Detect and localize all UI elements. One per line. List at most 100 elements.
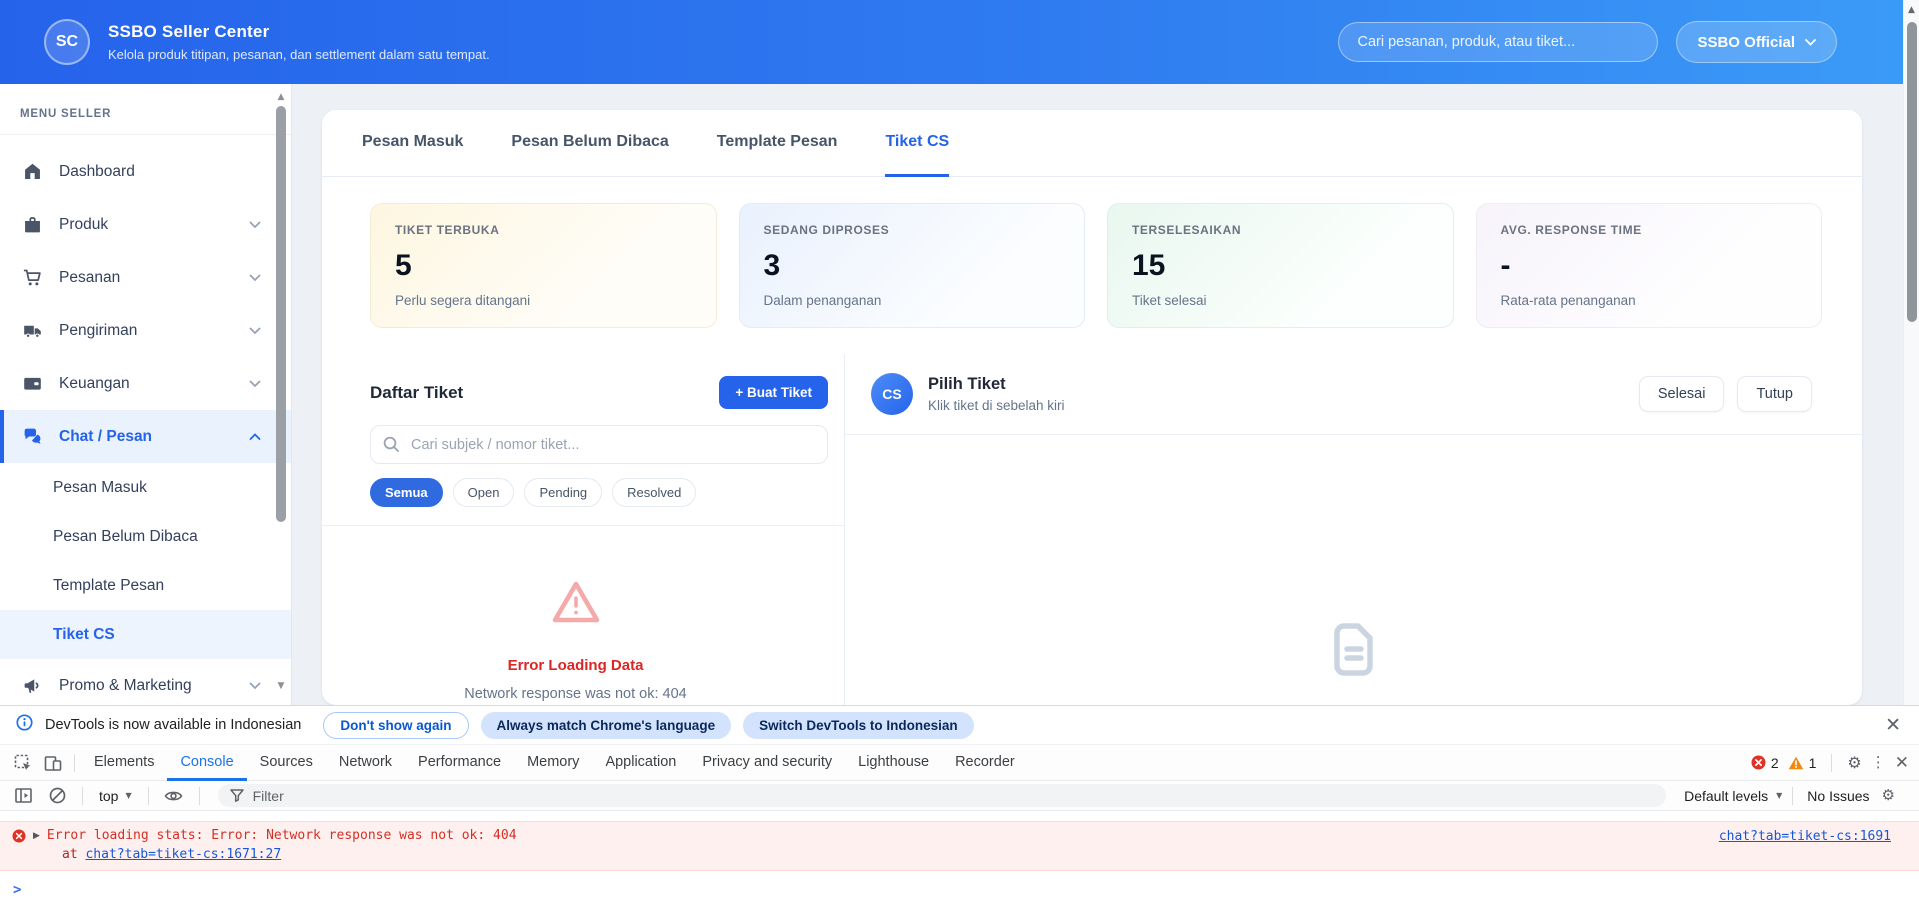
truck-icon	[22, 320, 43, 341]
devtools-tab-elements[interactable]: Elements	[81, 746, 167, 781]
sidebar-item-pesan-masuk[interactable]: Pesan Masuk	[0, 463, 291, 512]
match-language-button[interactable]: Always match Chrome's language	[481, 712, 732, 739]
filter-chip-open[interactable]: Open	[453, 478, 515, 507]
chevron-down-icon	[249, 322, 261, 340]
sidebar-item-produk[interactable]: Produk	[0, 198, 291, 251]
tab-template-pesan[interactable]: Template Pesan	[717, 110, 838, 177]
console-error-row[interactable]: ▶ Error loading stats: Error: Network re…	[0, 821, 1919, 871]
scroll-up-icon[interactable]: ▲	[275, 92, 287, 102]
sidebar-heading: MENU SELLER	[0, 84, 291, 135]
scroll-down-icon[interactable]: ▼	[275, 681, 287, 691]
create-ticket-button[interactable]: + Buat Tiket	[719, 376, 828, 409]
error-count-badge[interactable]: 2	[1751, 755, 1779, 771]
banner-close-icon[interactable]: ✕	[1885, 716, 1901, 735]
error-count: 2	[1771, 755, 1779, 771]
scrollbar-thumb[interactable]	[276, 106, 286, 522]
expand-triangle-icon[interactable]: ▶	[33, 828, 40, 844]
account-menu-button[interactable]: SSBO Official	[1676, 21, 1837, 63]
error-title: Error Loading Data	[322, 657, 829, 674]
console-toolbar: top ▼ Filter Default levels ▼ No Issues …	[0, 781, 1919, 811]
devtools-tab-privacy[interactable]: Privacy and security	[689, 746, 845, 781]
no-issues-button[interactable]: No Issues	[1803, 788, 1873, 804]
console-settings-gear-icon[interactable]: ⚙	[1882, 788, 1895, 803]
devtools-tab-console[interactable]: Console	[167, 746, 246, 781]
kebab-menu-icon[interactable]: ⋮	[1871, 755, 1886, 770]
source-location-link[interactable]: chat?tab=tiket-cs:1691	[1719, 829, 1891, 844]
sidebar-item-pesanan[interactable]: Pesanan	[0, 251, 291, 304]
stat-value: 5	[395, 249, 692, 283]
document-icon	[1322, 617, 1386, 686]
live-expression-eye-icon[interactable]	[159, 782, 189, 809]
console-filter-input[interactable]: Filter	[218, 784, 1666, 807]
sidebar-item-template-pesan[interactable]: Template Pesan	[0, 561, 291, 610]
filter-chip-pending[interactable]: Pending	[524, 478, 602, 507]
sidebar-item-pengiriman[interactable]: Pengiriman	[0, 304, 291, 357]
error-message: Network response was not ok: 404	[322, 686, 829, 702]
devtools-tab-lighthouse[interactable]: Lighthouse	[845, 746, 942, 781]
stat-value: 3	[764, 249, 1061, 283]
sidebar-scrollbar[interactable]: ▲ ▼	[275, 88, 287, 705]
sidebar-item-pesan-belum-dibaca[interactable]: Pesan Belum Dibaca	[0, 512, 291, 561]
sidebar-item-keuangan[interactable]: Keuangan	[0, 357, 291, 410]
sidebar-item-dashboard[interactable]: Dashboard	[0, 145, 291, 198]
settings-gear-icon[interactable]: ⚙	[1847, 755, 1861, 771]
sidebar-nav: Dashboard Produk Pesanan Pengiriman	[0, 135, 291, 705]
context-selector[interactable]: top ▼	[93, 788, 138, 804]
sidebar-item-chat-pesan[interactable]: Chat / Pesan	[0, 410, 291, 463]
console-messages: ▶ Error loading stats: Error: Network re…	[0, 821, 1919, 913]
stat-card-tiket-terbuka: TIKET TERBUKA 5 Perlu segera ditangani	[370, 203, 717, 328]
divider	[199, 787, 200, 805]
resolve-button[interactable]: Selesai	[1639, 376, 1725, 412]
devtools-tab-recorder[interactable]: Recorder	[942, 746, 1028, 781]
filter-placeholder: Filter	[253, 788, 284, 804]
error-icon	[12, 829, 26, 843]
console-prompt-chevron[interactable]: >	[0, 882, 1919, 898]
sidebar-subitem-label: Pesan Belum Dibaca	[53, 528, 198, 546]
stat-desc: Dalam penanganan	[764, 293, 1061, 308]
tab-pesan-masuk[interactable]: Pesan Masuk	[362, 110, 463, 177]
filter-chip-semua[interactable]: Semua	[370, 478, 443, 507]
filter-chip-resolved[interactable]: Resolved	[612, 478, 696, 507]
dont-show-again-button[interactable]: Don't show again	[323, 712, 468, 739]
cart-icon	[22, 267, 43, 288]
devtools-tab-sources[interactable]: Sources	[247, 746, 326, 781]
stack-trace-link[interactable]: chat?tab=tiket-cs:1671:27	[85, 847, 281, 862]
chevron-up-icon	[249, 428, 261, 446]
avatar: SC	[44, 19, 90, 65]
page-scrollbar[interactable]: ▲	[1903, 0, 1919, 705]
clear-console-icon[interactable]	[42, 782, 72, 809]
sidebar-item-label: Promo & Marketing	[59, 677, 192, 695]
tab-pesan-belum-dibaca[interactable]: Pesan Belum Dibaca	[511, 110, 668, 177]
scroll-up-icon[interactable]: ▲	[1904, 5, 1919, 15]
chevron-down-icon	[1805, 39, 1816, 46]
scrollbar-thumb[interactable]	[1907, 22, 1917, 322]
devtools-tab-network[interactable]: Network	[326, 746, 405, 781]
levels-label: Default levels	[1684, 788, 1768, 804]
device-toolbar-icon[interactable]	[38, 749, 68, 776]
stat-value: -	[1501, 249, 1798, 283]
sidebar-item-tiket-cs[interactable]: Tiket CS	[0, 610, 291, 659]
devtools-tab-application[interactable]: Application	[592, 746, 689, 781]
warning-count-badge[interactable]: 1	[1788, 755, 1817, 771]
stats-row: TIKET TERBUKA 5 Perlu segera ditangani S…	[322, 177, 1862, 354]
divider	[82, 787, 83, 805]
devtools-tab-memory[interactable]: Memory	[514, 746, 592, 781]
devtools-tab-performance[interactable]: Performance	[405, 746, 514, 781]
stat-label: TIKET TERBUKA	[395, 223, 692, 237]
switch-language-button[interactable]: Switch DevTools to Indonesian	[743, 712, 974, 739]
close-ticket-button[interactable]: Tutup	[1737, 376, 1812, 412]
console-sidebar-icon[interactable]	[8, 782, 38, 809]
sidebar-item-promo-marketing[interactable]: Promo & Marketing	[0, 659, 291, 705]
devtools-tab-bar: Elements Console Sources Network Perform…	[0, 744, 1919, 781]
caret-down-icon: ▼	[1776, 791, 1782, 800]
devtools-close-icon[interactable]: ✕	[1895, 754, 1909, 771]
tab-tiket-cs[interactable]: Tiket CS	[885, 110, 949, 177]
sidebar-subitem-label: Template Pesan	[53, 577, 164, 595]
inspect-element-icon[interactable]	[8, 749, 38, 776]
app-header: SC SSBO Seller Center Kelola produk titi…	[0, 0, 1919, 84]
search-input[interactable]	[1338, 22, 1658, 62]
log-levels-dropdown[interactable]: Default levels ▼	[1684, 788, 1782, 804]
info-icon	[16, 714, 33, 736]
ticket-search-input[interactable]	[370, 425, 828, 464]
stat-desc: Perlu segera ditangani	[395, 293, 692, 308]
